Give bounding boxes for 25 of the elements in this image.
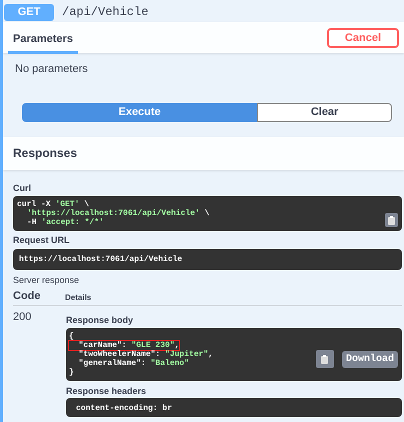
curl-label: Curl <box>13 183 32 194</box>
response-body-block: { "carName": "GLE 230", "twoWheelerName": "Jupiter", "generalName": "Baleno" } Download <box>66 328 402 381</box>
clipboard-icon <box>320 354 330 364</box>
response-body-label: Response body <box>66 314 134 326</box>
no-parameters-text: No parameters <box>15 63 89 76</box>
response-headers-block: content-encoding: br <box>66 398 402 418</box>
curl-code-block: curl -X 'GET' \ 'https://localhost:7061/api/Vehicle' \ -H 'accept: */*' <box>13 196 402 231</box>
response-headers-label: Response headers <box>66 386 148 396</box>
parameters-tab[interactable]: Parameters <box>8 25 78 54</box>
clear-button[interactable]: Clear <box>257 103 392 122</box>
server-response-label: Server response <box>13 274 80 286</box>
method-badge[interactable]: GET <box>4 4 54 21</box>
column-header: Details <box>65 293 92 303</box>
execute-button[interactable]: Execute <box>22 103 258 122</box>
request-url-text: https://localhost:7061/api/Vehicle <box>13 248 402 270</box>
request-url-label: Request URL <box>13 234 71 246</box>
responses-heading: Responses <box>13 146 78 161</box>
clipboard-icon <box>387 214 396 225</box>
download-button[interactable]: Download <box>342 350 398 368</box>
column-header: Code <box>13 290 42 303</box>
status-code: 200 <box>13 310 32 325</box>
copy-button[interactable] <box>385 212 398 227</box>
copy-button[interactable] <box>316 350 334 368</box>
endpoint-path: /api/Vehicle <box>62 5 148 20</box>
cancel-button[interactable]: Cancel <box>326 28 399 48</box>
